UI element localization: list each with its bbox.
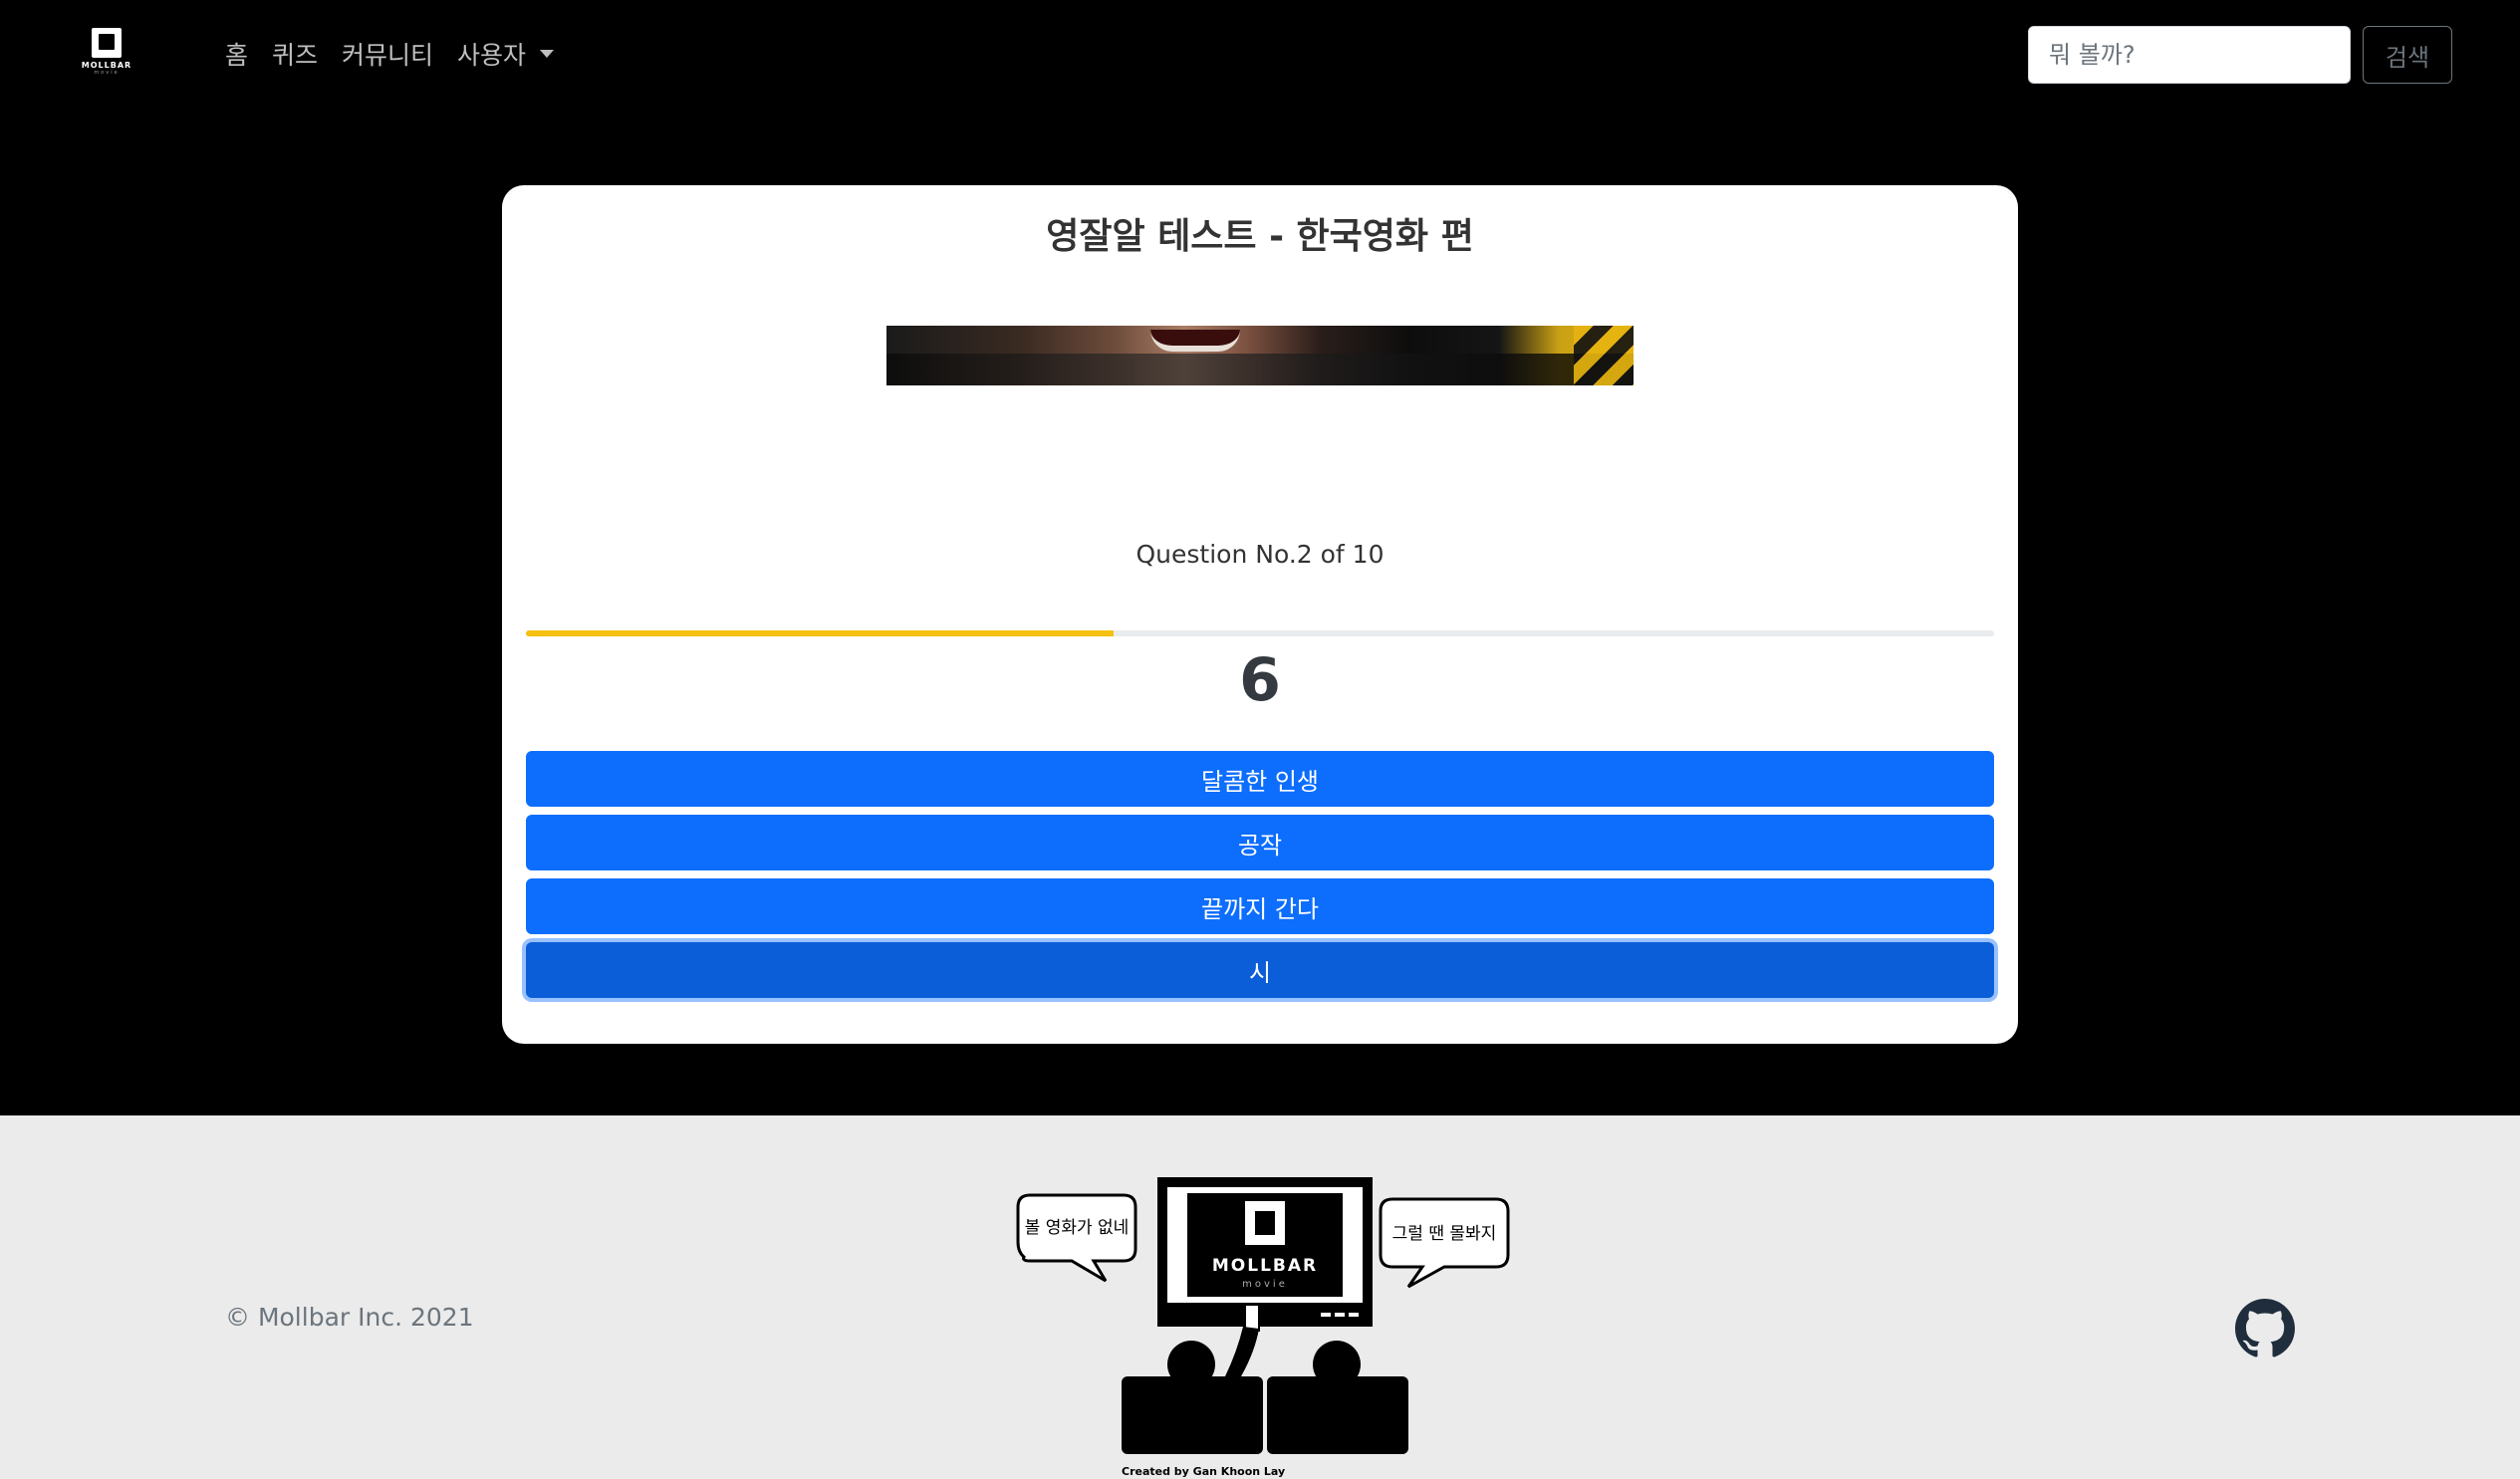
answer-button-1[interactable]: 달콤한 인생 <box>526 751 1994 807</box>
nav-links: 홈 퀴즈 커뮤니티 사용자 <box>225 36 555 72</box>
nav-link-community[interactable]: 커뮤니티 <box>342 36 433 72</box>
timer-progress-bar <box>526 630 1994 636</box>
brand-text: MOLLBAR <box>81 61 132 70</box>
copyright-text: © Mollbar Inc. 2021 <box>225 1303 474 1332</box>
quiz-card: 영잘알 테스트 - 한국영화 편 Question No.2 of 10 6 달… <box>502 185 2018 1044</box>
nav-link-home[interactable]: 홈 <box>225 36 248 72</box>
quiz-movie-image <box>886 326 1634 385</box>
answer-button-2[interactable]: 공작 <box>526 815 1994 870</box>
logo-icon <box>92 28 122 58</box>
mollbar-illustration: 볼 영화가 없네 그럴 땐 몰봐지 MOLLBAR movie Created … <box>1016 1177 1510 1478</box>
quiz-title: 영잘알 테스트 - 한국영화 편 <box>1046 216 1474 257</box>
caret-down-icon <box>540 50 555 58</box>
illustration-credit: Created by Gan Khoon Lay <box>1122 1465 1285 1478</box>
tv-logo-text: MOLLBAR <box>1212 1256 1318 1276</box>
nav-link-quiz[interactable]: 퀴즈 <box>272 36 318 72</box>
tv-logo-sub: movie <box>1242 1279 1288 1290</box>
nav-link-user-dropdown[interactable]: 사용자 <box>457 36 555 72</box>
right-bubble-text: 그럴 땐 몰봐지 <box>1392 1224 1497 1244</box>
answer-button-4[interactable]: 시 <box>526 942 1994 998</box>
countdown-timer: 6 <box>1239 645 1281 715</box>
question-number: Question No.2 of 10 <box>1135 540 1385 569</box>
footer: © Mollbar Inc. 2021 볼 영화가 없네 그럴 땐 몰봐지 MO… <box>0 1115 2520 1479</box>
answer-button-3[interactable]: 끝까지 간다 <box>526 878 1994 934</box>
timer-progress-fill <box>526 630 1114 636</box>
github-icon[interactable] <box>2235 1299 2295 1358</box>
brand-sub: movie <box>94 70 120 76</box>
nav-link-user-label: 사용자 <box>457 41 527 70</box>
brand-logo[interactable]: MOLLBAR movie <box>80 28 133 82</box>
search-button[interactable]: 검색 <box>2363 26 2452 84</box>
search-input[interactable] <box>2028 26 2351 84</box>
left-bubble-text: 볼 영화가 없네 <box>1025 1218 1130 1238</box>
navbar: MOLLBAR movie 홈 퀴즈 커뮤니티 사용자 검색 <box>0 0 2520 110</box>
